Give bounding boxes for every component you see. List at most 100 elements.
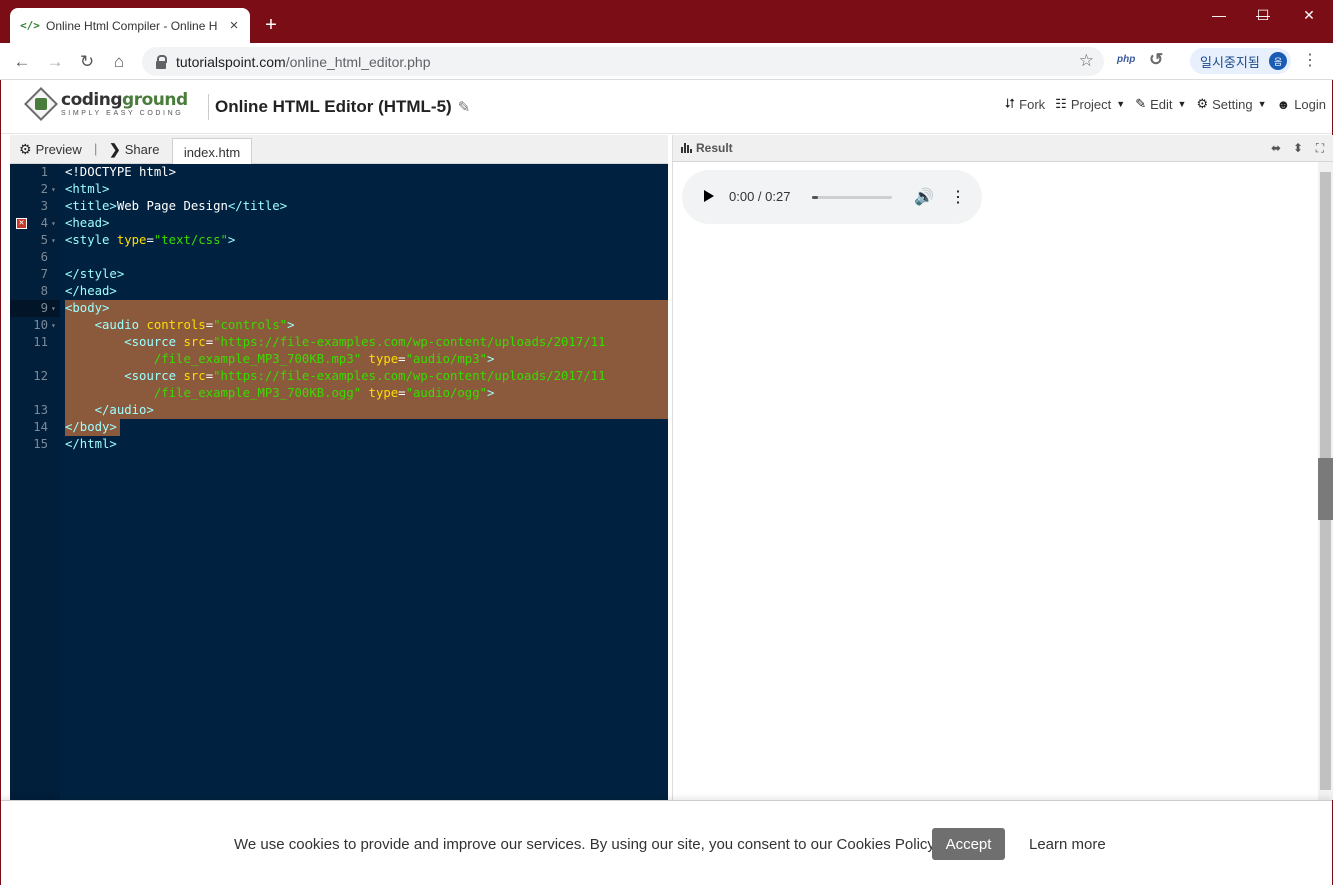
editor-pane: ⚙ Preview | ❯ Share index.htm 1 <!DOCTYPE… <box>10 135 668 800</box>
site-header: codingground SIMPLY EASY CODING Online H… <box>1 80 1332 134</box>
code-line: 8 </head> <box>40 284 117 298</box>
profile-status-label: 일시중지됨 <box>1200 54 1260 70</box>
code-line: 13 </audio> <box>33 403 154 417</box>
code-line: /file_example_MP3_700KB.ogg" type="audio… <box>153 386 495 400</box>
file-tab-index[interactable]: index.htm <box>172 138 252 165</box>
grammar-extension-icon[interactable]: ↺ <box>1149 50 1167 69</box>
code-line: 11 <source src="https://file-examples.co… <box>33 335 606 349</box>
logo-badge-icon <box>24 87 58 121</box>
toolbar-separator: | <box>94 141 98 156</box>
top-navigation: ⮃ Fork ☷ Project ▼ ✎ Edit ▼ ⚙ Setting ▼ <box>1005 96 1326 112</box>
avatar: 음 <box>1269 52 1287 70</box>
preview-button[interactable]: ⚙ Preview <box>19 141 82 158</box>
scrollbar-handle[interactable] <box>1318 458 1333 520</box>
php-extension-icon[interactable]: php <box>1117 54 1135 65</box>
maximize-button[interactable]: ☐ <box>1240 0 1286 30</box>
codingground-logo[interactable]: codingground SIMPLY EASY CODING <box>24 87 188 121</box>
home-icon[interactable]: ⌂ <box>106 49 132 75</box>
fit-width-icon[interactable]: ⬌ <box>1268 141 1284 155</box>
address-bar[interactable]: tutorialspoint.com/online_html_editor.ph… <box>142 47 1104 76</box>
page-content: codingground SIMPLY EASY CODING Online H… <box>1 80 1333 885</box>
result-scrollbar[interactable] <box>1318 162 1333 800</box>
url-path: /online_html_editor.php <box>285 53 431 70</box>
learn-more-link[interactable]: Learn more <box>1029 836 1106 853</box>
accept-button[interactable]: Accept <box>932 828 1005 860</box>
result-frame: 0:00 / 0:27 🔊 ⋮ <box>673 162 1318 800</box>
tab-close-icon[interactable]: × <box>226 17 242 34</box>
more-options-icon[interactable]: ⋮ <box>950 187 966 207</box>
code-editor[interactable]: 1 <!DOCTYPE html> 2 ▾ <html> 3 <title>Web Pa… <box>10 164 668 800</box>
audio-seek-fill <box>812 196 818 199</box>
nav-login-label: Login <box>1294 96 1326 112</box>
lock-icon[interactable] <box>154 54 168 69</box>
nav-setting[interactable]: ⚙ Setting ▼ <box>1196 96 1266 112</box>
profile-button[interactable]: 일시중지됨 음 <box>1190 48 1291 74</box>
fit-height-icon[interactable]: ⬍ <box>1290 141 1306 155</box>
audio-player: 0:00 / 0:27 🔊 ⋮ <box>682 170 982 224</box>
share-label: Share <box>124 142 160 157</box>
browser-menu-icon[interactable]: ⋮ <box>1300 51 1320 71</box>
page-title-text: Online HTML Editor (HTML-5) <box>215 97 452 116</box>
browser-toolbar: ← → ↻ ⌂ tutorialspoint.com/online_html_e… <box>0 43 1333 80</box>
minimize-button-glyph[interactable]: — <box>1196 0 1242 30</box>
play-icon[interactable] <box>704 190 714 202</box>
page-title: Online HTML Editor (HTML-5) ✎ <box>208 94 470 120</box>
edit-title-icon[interactable]: ✎ <box>458 98 471 116</box>
result-title: Result <box>681 141 733 155</box>
logo-name-ground: ground <box>122 89 188 110</box>
nav-edit[interactable]: ✎ Edit ▼ <box>1135 96 1186 112</box>
editor-toolbar: ⚙ Preview | ❯ Share index.htm <box>10 135 668 165</box>
nav-login[interactable]: ☻ Login <box>1277 97 1327 112</box>
code-line: 3 <title>Web Page Design</title> <box>40 199 288 213</box>
close-window-button[interactable]: ✕ <box>1286 0 1332 30</box>
preview-label: Preview <box>35 142 82 157</box>
result-title-text: Result <box>696 141 733 155</box>
nav-fork-label: Fork <box>1019 96 1046 112</box>
bar-chart-icon <box>681 143 692 153</box>
result-header: Result ⬌ ⬍ ⛶ <box>673 135 1333 162</box>
audio-seek-slider[interactable] <box>812 196 892 199</box>
code-line: 7 </style> <box>40 267 125 281</box>
code-line: ✕ 4 ▾ <head> <box>10 215 668 232</box>
browser-tab[interactable]: </> Online Html Compiler - Online H × <box>10 8 250 43</box>
url-host: tutorialspoint.com <box>176 53 286 70</box>
logo-tagline: SIMPLY EASY CODING <box>61 109 184 117</box>
edit-icon: ✎ <box>1135 96 1147 111</box>
nav-setting-label: Setting <box>1212 96 1253 112</box>
fullscreen-icon[interactable]: ⛶ <box>1312 141 1328 155</box>
code-line: 2 ▾ <html> <box>40 182 110 196</box>
tab-strip: </> Online Html Compiler - Online H × + … <box>0 0 1333 43</box>
nav-fork[interactable]: ⮃ Fork <box>1005 96 1045 112</box>
user-icon: ☻ <box>1276 96 1291 112</box>
reload-icon[interactable]: ↻ <box>74 49 100 75</box>
nav-project-label: Project <box>1070 96 1112 112</box>
code-line: 1 <!DOCTYPE html> <box>40 165 177 179</box>
nav-edit-label: Edit <box>1150 96 1173 112</box>
code-line: 6 <box>40 250 48 264</box>
caret-down-icon: ▼ <box>1177 99 1187 109</box>
code-line: /file_example_MP3_700KB.mp3" type="audio… <box>153 352 495 366</box>
browser-window: </> Online Html Compiler - Online H × + … <box>0 0 1333 885</box>
share-chevron-icon: ❯ <box>109 141 121 157</box>
back-arrow-icon[interactable]: ← <box>9 49 35 75</box>
code-line: 9 ▾ <body> <box>40 301 110 315</box>
caret-down-icon: ▼ <box>1116 99 1126 109</box>
logo-name-coding: coding <box>61 89 123 110</box>
new-tab-button[interactable]: + <box>262 14 280 36</box>
cookie-message: We use cookies to provide and improve ou… <box>234 836 938 853</box>
forward-arrow-icon[interactable]: → <box>42 49 68 75</box>
volume-icon[interactable]: 🔊 <box>914 187 934 207</box>
nav-project[interactable]: ☷ Project ▼ <box>1055 96 1125 112</box>
tab-title: Online Html Compiler - Online H <box>46 18 218 33</box>
fork-icon: ⮃ <box>1004 96 1016 111</box>
share-button[interactable]: ❯ Share <box>109 141 159 158</box>
code-line: 10 ▾ <audio controls="controls"> <box>33 318 295 332</box>
code-line: 14 </body> <box>33 420 117 434</box>
sitemap-icon: ☷ <box>1055 96 1067 111</box>
bookmark-star-icon[interactable]: ☆ <box>1079 51 1094 71</box>
gear-icon: ⚙ <box>1196 96 1209 111</box>
code-favicon-icon: </> <box>20 19 40 32</box>
code-line: 15 </html> <box>33 437 117 451</box>
gears-icon: ⚙ <box>19 141 32 157</box>
cookie-banner: We use cookies to provide and improve ou… <box>1 800 1332 885</box>
